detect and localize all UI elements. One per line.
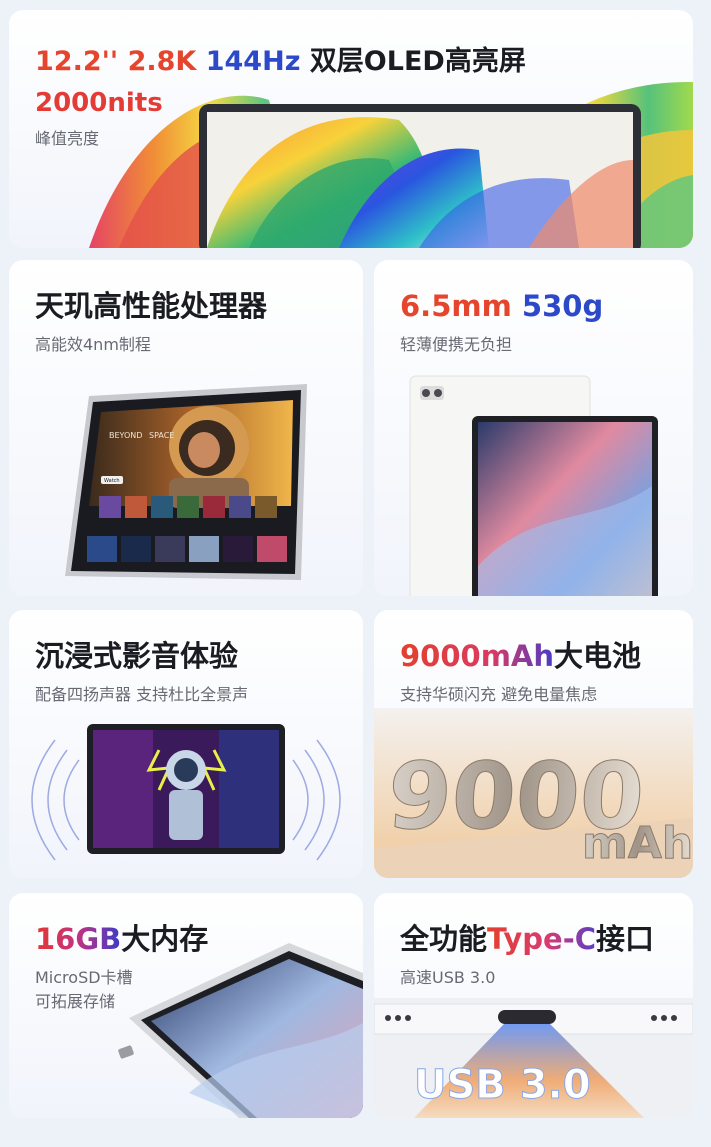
brightness-value: 2000nits [35,88,163,118]
speaker-tablet-illustration [31,724,341,861]
usb-type-c: Type-C [487,922,597,956]
battery-3d-text-illustration: 9000 mAh [374,708,693,878]
portability-subtitle: 轻薄便携无负担 [400,335,513,354]
banner-line-1: BEYOND [109,431,142,440]
usb-title-prefix: 全功能 [400,922,488,956]
processor-subtitle: 高能效4nm制程 [35,335,151,354]
speaker-grille-left-icon [385,1015,411,1021]
watch-button: Watch [104,478,120,484]
usb-port-illustration: USB 3.0 [374,998,693,1118]
tablet-front-back-illustration [409,375,658,596]
display-feature-card: 12.2'' 2.8K 144Hz 双层OLED高亮屏 2000nits 峰值亮… [9,10,693,248]
usb-title-suffix: 接口 [596,922,655,956]
speaker-grille-right-icon [651,1015,677,1021]
portability-feature-card: 6.5mm 530g 轻薄便携无负担 [374,260,693,596]
battery-feature-card: 9000mAh大电池 支持华硕闪充 避免电量焦虑 9000 mAh [374,610,693,878]
usb-title: 全功能Type-C接口 [400,925,654,954]
spec-panel: 双层OLED高亮屏 [309,46,526,77]
memory-feature-card: 16GB大内存 MicroSD卡槽 可拓展存储 [9,893,363,1118]
right-soundwave-icon [292,739,341,861]
usb-big-text: USB 3.0 [414,1062,591,1108]
portability-title: 6.5mm 530g [400,292,603,321]
processor-feature-card: 天玑高性能处理器 高能效4nm制程 BEYOND SPACE Watch [9,260,363,596]
audio-subtitle: 配备四扬声器 支持杜比全景声 [35,685,249,704]
tablet-media-app-illustration: BEYOND SPACE Watch [65,384,307,580]
audio-feature-card: 沉浸式影音体验 配备四扬声器 支持杜比全景声 [9,610,363,878]
tablet-sd-slot-illustration [118,943,363,1118]
audio-title: 沉浸式影音体验 [35,639,239,673]
thickness-value: 6.5mm [400,289,512,323]
usb-feature-card: 全功能Type-C接口 高速USB 3.0 USB 3.0 [374,893,693,1118]
spec-refresh-rate: 144Hz [205,46,301,77]
left-soundwave-icon [31,739,80,861]
processor-title: 天玑高性能处理器 [35,289,268,323]
display-spec-heading: 12.2'' 2.8K 144Hz 双层OLED高亮屏 [35,48,526,75]
battery-title-rest: 大电池 [554,639,642,673]
battery-title: 9000mAh大电池 [400,642,641,671]
battery-capacity: 9000mAh [400,639,555,673]
banner-line-2: SPACE [149,431,174,440]
sd-card-slot-icon [118,1045,134,1059]
weight-value: 530g [521,289,604,323]
product-feature-page: 12.2'' 2.8K 144Hz 双层OLED高亮屏 2000nits 峰值亮… [0,0,711,1147]
type-c-port-icon [498,1010,556,1024]
brightness-label: 峰值亮度 [35,129,100,148]
usb-subtitle: 高速USB 3.0 [400,968,496,987]
battery-big-unit: mAh [582,818,693,869]
battery-subtitle: 支持华硕闪充 避免电量焦虑 [400,685,598,704]
spec-size: 12.2'' [35,46,119,77]
rear-camera-icon [422,389,430,397]
spec-resolution: 2.8K [127,46,197,77]
media-row-1 [99,496,277,518]
